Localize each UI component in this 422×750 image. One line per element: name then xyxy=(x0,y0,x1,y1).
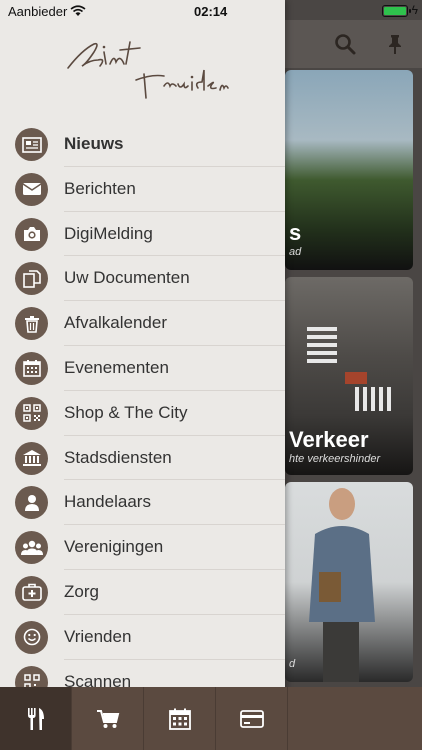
crosswalk-graphic xyxy=(307,327,391,411)
menu-item-label: Uw Documenten xyxy=(64,268,190,288)
menu-item-nieuws[interactable]: Nieuws xyxy=(0,122,285,167)
menu-item-label: Evenementen xyxy=(64,357,169,377)
news-card-subtitle: hte verkeershinder xyxy=(289,453,381,465)
menu-item-label: Handelaars xyxy=(64,492,151,512)
person-photo xyxy=(309,488,375,682)
news-card-title: s xyxy=(289,220,302,245)
menu-item-label: Berichten xyxy=(64,178,136,198)
news-card-title: Verkeer xyxy=(289,427,369,452)
menu-item-label: Nieuws xyxy=(64,134,124,153)
tab-shop[interactable] xyxy=(72,687,144,750)
tab-calendar[interactable] xyxy=(144,687,216,750)
main-menu: Nieuws Berichten DigiMelding Uw Document… xyxy=(0,122,285,687)
clock: 02:14 xyxy=(194,4,228,19)
menu-item-berichten[interactable]: Berichten xyxy=(0,167,285,212)
battery-icon xyxy=(382,5,411,17)
charging-icon: ϟ xyxy=(411,3,418,17)
menu-item-stadsdiensten[interactable]: Stadsdiensten xyxy=(0,436,285,481)
background-top-bar xyxy=(285,20,422,68)
menu-item-afvalkalender[interactable]: Afvalkalender xyxy=(0,301,285,346)
envelope-icon xyxy=(15,172,48,206)
trash-icon xyxy=(15,307,48,341)
menu-item-label: Scannen xyxy=(64,671,132,687)
newspaper-icon xyxy=(15,128,48,161)
news-card-subtitle: ad xyxy=(289,246,302,258)
news-card[interactable]: Verkeer hte verkeershinder xyxy=(285,277,413,475)
news-card[interactable]: d xyxy=(285,482,413,682)
carrier-label: Aanbieder xyxy=(8,4,68,19)
news-card-subtitle: d xyxy=(289,658,296,670)
menu-item-evenementen[interactable]: Evenementen xyxy=(0,346,285,391)
menu-item-digimelding[interactable]: DigiMelding xyxy=(0,212,285,257)
menu-item-label: Stadsdiensten xyxy=(64,447,172,467)
camera-icon xyxy=(15,217,48,251)
sint-truiden-logo xyxy=(67,41,229,99)
qr-scan-icon xyxy=(15,665,48,687)
pin-icon[interactable] xyxy=(383,32,407,56)
status-bar: Aanbieder 02:14 ϟ xyxy=(0,0,422,22)
menu-item-shop-the-city[interactable]: Shop & The City xyxy=(0,391,285,436)
cart-icon xyxy=(96,709,119,728)
group-icon xyxy=(15,531,48,565)
bottom-tab-bar xyxy=(0,687,422,750)
menu-item-zorg[interactable]: Zorg xyxy=(0,570,285,615)
search-icon[interactable] xyxy=(333,32,357,56)
menu-item-scannen[interactable]: Scannen xyxy=(0,660,285,687)
tab-restaurants[interactable] xyxy=(0,687,72,750)
menu-item-label: Shop & The City xyxy=(64,402,188,422)
menu-item-verenigingen[interactable]: Verenigingen xyxy=(0,525,285,570)
menu-item-label: Vrienden xyxy=(64,626,132,646)
wifi-icon xyxy=(70,5,86,16)
smiley-icon xyxy=(15,620,48,654)
fork-knife-icon xyxy=(27,707,44,730)
menu-item-label: DigiMelding xyxy=(64,223,153,243)
qr-code-icon xyxy=(15,396,48,430)
tab-bar-filler xyxy=(288,687,422,750)
news-card[interactable]: s ad xyxy=(285,70,413,270)
person-icon xyxy=(15,486,48,520)
credit-card-icon xyxy=(239,709,264,728)
calendar-icon xyxy=(15,351,48,385)
menu-item-handelaars[interactable]: Handelaars xyxy=(0,480,285,525)
menu-item-uw-documenten[interactable]: Uw Documenten xyxy=(0,256,285,301)
first-aid-icon xyxy=(15,575,48,609)
menu-item-vrienden[interactable]: Vrienden xyxy=(0,615,285,660)
menu-item-label: Verenigingen xyxy=(64,537,164,557)
townhall-icon xyxy=(15,441,48,475)
calendar-icon xyxy=(168,708,191,730)
tab-card[interactable] xyxy=(216,687,288,750)
side-drawer: Nieuws Berichten DigiMelding Uw Document… xyxy=(0,0,285,750)
documents-icon xyxy=(15,262,48,296)
menu-item-label: Zorg xyxy=(64,581,99,601)
menu-item-label: Afvalkalender xyxy=(64,313,168,333)
